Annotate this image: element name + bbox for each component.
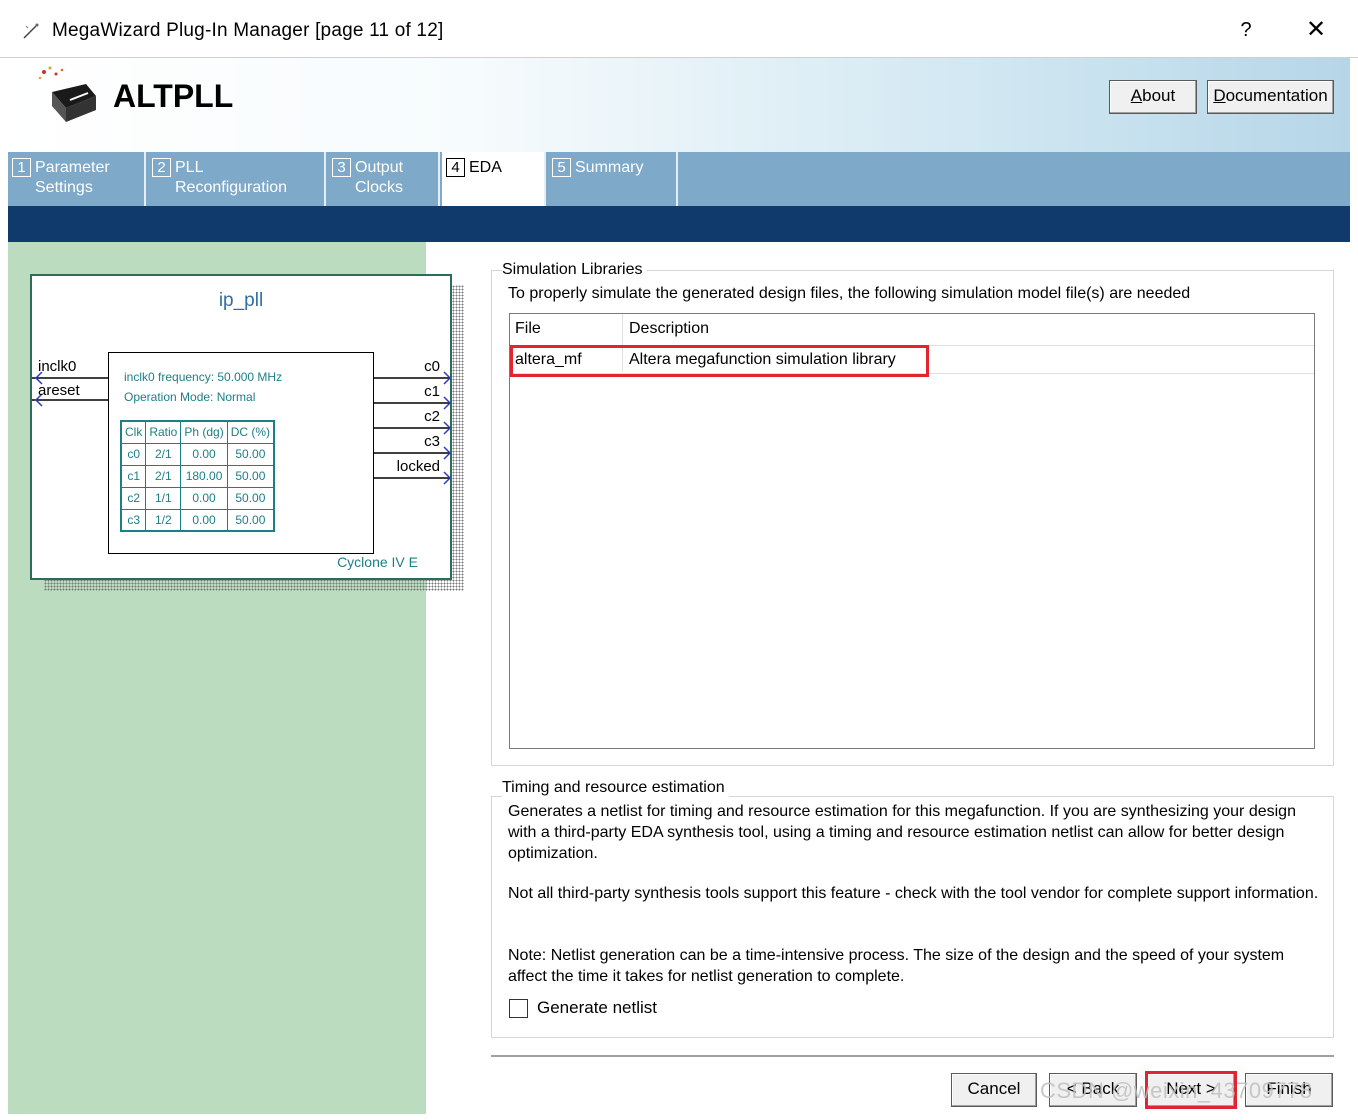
clock-table-cell: 180.00 xyxy=(180,464,228,488)
tab-pll-reconfiguration[interactable]: 2 PLL Reconfiguration xyxy=(148,152,326,206)
tab-output-clocks[interactable]: 3 Output Clocks xyxy=(328,152,440,206)
generate-netlist-checkbox[interactable] xyxy=(509,999,528,1018)
port-locked: locked xyxy=(396,458,440,475)
clock-table-cell: 50.00 xyxy=(226,486,275,510)
frequency-info: inclk0 frequency: 50.000 MHz xyxy=(124,370,283,384)
simulation-libraries-title: Simulation Libraries xyxy=(502,261,647,279)
tab-label: Clocks xyxy=(355,179,404,196)
tab-number: 2 xyxy=(152,158,171,177)
timing-paragraph-2: Not all third-party synthesis tools supp… xyxy=(508,885,1319,902)
cancel-button[interactable]: Cancel xyxy=(951,1073,1037,1107)
product-name: ALTPLL xyxy=(113,78,234,114)
port-c3: c3 xyxy=(424,433,440,450)
tab-label: EDA xyxy=(469,159,502,176)
tab-number: 4 xyxy=(446,158,465,177)
about-button[interactable]: About xyxy=(1109,80,1197,114)
clock-table-cell: 0.00 xyxy=(180,508,228,532)
operation-mode-info: Operation Mode: Normal xyxy=(124,390,256,404)
help-button[interactable]: ? xyxy=(1232,14,1260,46)
about-button-label: bout xyxy=(1142,86,1176,105)
clock-table-header: Ratio xyxy=(145,420,182,444)
tab-eda[interactable]: 4 EDA xyxy=(442,152,546,206)
tab-label: Settings xyxy=(35,179,93,196)
clock-table-cell: 0.00 xyxy=(180,442,228,466)
clock-table-row: c1 2/1 180.00 50.00 xyxy=(120,464,275,488)
device-family: Cyclone IV E xyxy=(337,554,418,570)
simulation-description: To properly simulate the generated desig… xyxy=(508,285,1191,302)
documentation-button-label: ocumentation xyxy=(1225,86,1328,105)
tab-number: 3 xyxy=(332,158,351,177)
timing-paragraph-3: Note: Netlist generation can be a time-i… xyxy=(508,947,1285,985)
clock-table-cell: 1/2 xyxy=(145,508,182,532)
documentation-button-hotkey: D xyxy=(1213,86,1226,105)
tab-number: 1 xyxy=(12,158,31,177)
clock-table-row: c3 1/2 0.00 50.00 xyxy=(120,508,275,532)
clock-table-cell: 2/1 xyxy=(145,464,182,488)
clock-table: Clk Ratio Ph (dg) DC (%) c0 2/1 0.00 50.… xyxy=(120,420,276,532)
clock-table-cell: c2 xyxy=(120,486,147,510)
pll-symbol: ip_pll inclk0 areset c0 c1 c2 c3 locked … xyxy=(30,274,452,580)
tab-summary[interactable]: 5 Summary xyxy=(548,152,678,206)
clock-table-cell: 50.00 xyxy=(226,508,275,532)
column-file[interactable]: File xyxy=(515,320,541,338)
tab-label: Reconfiguration xyxy=(175,179,288,196)
tab-number: 5 xyxy=(552,158,571,177)
clock-table-cell: c3 xyxy=(120,508,147,532)
documentation-button[interactable]: Documentation xyxy=(1207,80,1334,114)
pll-chip-logo-icon xyxy=(38,66,96,122)
footer-divider xyxy=(491,1055,1334,1057)
port-c2: c2 xyxy=(424,408,440,425)
tab-sub-bar xyxy=(8,206,1350,242)
close-button[interactable]: ✕ xyxy=(1300,14,1332,46)
timing-estimation-title: Timing and resource estimation xyxy=(502,779,729,797)
clock-table-header: DC (%) xyxy=(226,420,275,444)
simulation-file-list[interactable]: File Description altera_mf Altera megafu… xyxy=(509,313,1315,749)
tab-label: Summary xyxy=(575,159,644,176)
port-c0: c0 xyxy=(424,358,440,375)
list-header: File Description xyxy=(510,314,1314,346)
port-c1: c1 xyxy=(424,383,440,400)
clock-table-cell: 50.00 xyxy=(226,464,275,488)
wand-icon xyxy=(23,23,39,39)
watermark: CSDN @weixin_43709778 xyxy=(1040,1078,1313,1103)
clock-table-row: c0 2/1 0.00 50.00 xyxy=(120,442,275,466)
tab-label: Output xyxy=(355,159,404,176)
tab-label: Parameter xyxy=(35,159,110,176)
tab-label: PLL xyxy=(175,159,204,176)
highlight-box xyxy=(510,345,929,377)
port-inclk0: inclk0 xyxy=(38,358,77,375)
clock-table-cell: 50.00 xyxy=(226,442,275,466)
wizard-tabs: 1 Parameter Settings 2 PLL Reconfiguration 3… xyxy=(8,152,1350,206)
clock-table-cell: 0.00 xyxy=(180,486,228,510)
window-title: MegaWizard Plug-In Manager [page 11 of 1… xyxy=(52,20,444,41)
about-button-hotkey: A xyxy=(1130,86,1143,105)
title-bar: MegaWizard Plug-In Manager [page 11 of 1… xyxy=(0,0,1358,58)
tab-parameter-settings[interactable]: 1 Parameter Settings xyxy=(8,152,146,206)
clock-table-cell: c0 xyxy=(120,442,147,466)
generate-netlist-label[interactable]: Generate netlist xyxy=(537,998,657,1018)
column-description[interactable]: Description xyxy=(629,320,709,338)
clock-table-cell: 2/1 xyxy=(145,442,182,466)
clock-table-row: c2 1/1 0.00 50.00 xyxy=(120,486,275,510)
clock-table-cell: 1/1 xyxy=(145,486,182,510)
clock-table-cell: c1 xyxy=(120,464,147,488)
clock-table-header: Clk xyxy=(120,420,147,444)
clock-table-header: Ph (dg) xyxy=(180,420,228,444)
timing-paragraph-1: Generates a netlist for timing and resou… xyxy=(508,803,1296,862)
port-areset: areset xyxy=(38,382,80,399)
header-banner: ALTPLL About Documentation xyxy=(8,58,1350,152)
